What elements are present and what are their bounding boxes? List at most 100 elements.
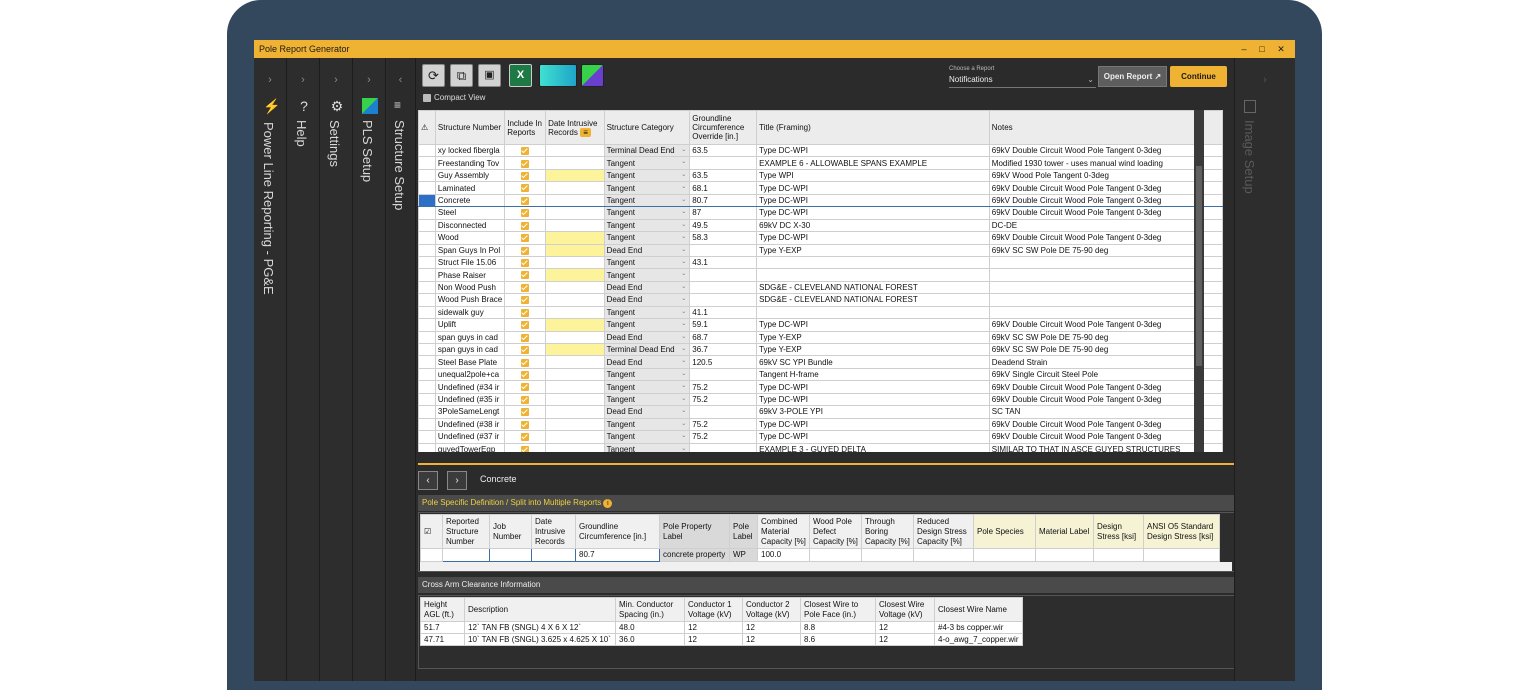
structure-category-cell[interactable]: Tangent ⌄ bbox=[603, 218, 691, 233]
panel-pls-setup[interactable]: › PLS Setup bbox=[353, 58, 386, 681]
structure-category-cell[interactable]: Tangent ⌄ bbox=[603, 442, 691, 452]
col-header[interactable]: Closest Wire Name bbox=[934, 597, 1023, 622]
col-header[interactable]: Include In Reports bbox=[504, 110, 547, 145]
col-header[interactable]: Min. Conductor Spacing (in.) bbox=[615, 597, 685, 622]
notes-cell[interactable]: 69kV Double Circuit Wood Pole Tangent 0-… bbox=[988, 417, 1223, 432]
table-row[interactable]: span guys in cad Dead End ⌄ 68.7 Type Y-EXP 6… bbox=[418, 330, 1223, 345]
notes-cell[interactable]: 69kV Double Circuit Wood Pole Tangent 0-… bbox=[988, 193, 1223, 208]
structure-number-cell[interactable]: xy locked fibergla bbox=[434, 143, 506, 158]
notes-cell[interactable]: SC TAN bbox=[988, 405, 1223, 419]
notes-cell[interactable]: Deadend Strain bbox=[988, 355, 1223, 369]
col-header[interactable]: Groundline Circumference Override [in.] bbox=[689, 110, 758, 145]
table-row[interactable]: Undefined (#38 ir Tangent ⌄ 75.2 Type DC-WPI… bbox=[418, 417, 1223, 432]
checkbox-icon[interactable] bbox=[521, 147, 530, 156]
row-selector-cell[interactable] bbox=[418, 392, 436, 407]
date-intrusive-cell[interactable] bbox=[545, 255, 605, 270]
prev-structure-button[interactable]: ‹ bbox=[418, 471, 438, 490]
include-cell[interactable] bbox=[504, 206, 547, 220]
row-selector-cell[interactable] bbox=[418, 430, 436, 444]
structure-category-cell[interactable]: Dead End ⌄ bbox=[603, 330, 691, 345]
pole-grid-hscrollbar[interactable] bbox=[420, 562, 1232, 571]
include-cell[interactable] bbox=[504, 293, 547, 307]
include-cell[interactable] bbox=[504, 442, 547, 452]
pole-cell[interactable]: concrete property bbox=[659, 548, 730, 562]
table-row[interactable]: 3PoleSameLengt Dead End ⌄ 69kV 3-POLE YPI SC… bbox=[418, 405, 1223, 419]
pole-cell[interactable] bbox=[489, 548, 532, 562]
date-intrusive-cell[interactable] bbox=[545, 367, 605, 382]
pole-definition-grid[interactable]: ☑ Reported Structure Number Job Number Date… bbox=[418, 512, 1235, 572]
table-row[interactable]: Span Guys In Pol Dead End ⌄ Type Y-EXP 69kV … bbox=[418, 243, 1223, 257]
notes-cell[interactable] bbox=[988, 268, 1223, 282]
table-row[interactable]: Wood Tangent ⌄ 58.3 Type DC-WPI 69kV Double C… bbox=[418, 231, 1223, 245]
date-intrusive-cell[interactable] bbox=[545, 392, 605, 407]
title-cell[interactable] bbox=[756, 268, 990, 282]
table-row[interactable]: guyedTowerEgp Tangent ⌄ EXAMPLE 3 - GUYED D… bbox=[418, 442, 1223, 452]
circumference-cell[interactable] bbox=[689, 268, 758, 282]
cross-arm-cell[interactable]: 12 bbox=[742, 633, 801, 646]
row-selector-cell[interactable] bbox=[418, 255, 436, 270]
notes-cell[interactable] bbox=[988, 255, 1223, 270]
include-cell[interactable] bbox=[504, 367, 547, 382]
date-intrusive-cell[interactable] bbox=[545, 442, 605, 452]
table-row[interactable]: Laminated Tangent ⌄ 68.1 Type DC-WPI 69kV Dou… bbox=[418, 181, 1223, 195]
notes-cell[interactable]: 69kV Double Circuit Wood Pole Tangent 0-… bbox=[988, 318, 1223, 332]
structure-number-cell[interactable]: Wood bbox=[434, 231, 506, 245]
splitter[interactable] bbox=[418, 463, 1235, 465]
row-selector-cell[interactable] bbox=[418, 206, 436, 220]
structure-number-cell[interactable]: Disconnected bbox=[434, 218, 506, 233]
expand-chevron-icon[interactable]: › bbox=[1235, 74, 1295, 86]
row-selector-cell[interactable] bbox=[418, 318, 436, 332]
circumference-cell[interactable]: 75.2 bbox=[689, 417, 758, 432]
table-row[interactable]: Undefined (#37 ir Tangent ⌄ 75.2 Type DC-WPI… bbox=[418, 430, 1223, 444]
row-selector-cell[interactable] bbox=[418, 305, 436, 320]
table-row[interactable]: Undefined (#34 ir Tangent ⌄ 75.2 Type DC-WPI… bbox=[418, 380, 1223, 394]
include-cell[interactable] bbox=[504, 143, 547, 158]
cross-arm-cell[interactable]: #4-3 bs copper.wir bbox=[934, 621, 1023, 634]
structure-category-cell[interactable]: Tangent ⌄ bbox=[603, 181, 691, 195]
expand-chevron-icon[interactable]: › bbox=[320, 74, 352, 86]
col-header[interactable]: Structure Category bbox=[603, 110, 691, 145]
structure-category-cell[interactable]: Tangent ⌄ bbox=[603, 430, 691, 444]
row-selector-cell[interactable] bbox=[418, 417, 436, 432]
pole-cell[interactable]: WP bbox=[729, 548, 758, 562]
include-cell[interactable] bbox=[504, 405, 547, 419]
checkbox-icon[interactable] bbox=[521, 321, 530, 330]
structure-number-cell[interactable]: Guy Assembly bbox=[434, 168, 506, 183]
table-row[interactable]: Steel Tangent ⌄ 87 Type DC-WPI 69kV Double Ci… bbox=[418, 206, 1223, 220]
circumference-cell[interactable]: 49.5 bbox=[689, 218, 758, 233]
include-cell[interactable] bbox=[504, 318, 547, 332]
date-intrusive-cell[interactable] bbox=[545, 380, 605, 394]
structure-category-cell[interactable]: Dead End ⌄ bbox=[603, 280, 691, 295]
row-selector-cell[interactable] bbox=[418, 330, 436, 345]
title-cell[interactable] bbox=[756, 305, 990, 320]
structure-number-cell[interactable]: Undefined (#37 ir bbox=[434, 430, 506, 444]
date-intrusive-cell[interactable] bbox=[545, 318, 605, 332]
report-select[interactable]: Notifications ⌄ bbox=[949, 74, 1096, 88]
pole-cell[interactable] bbox=[913, 548, 974, 562]
col-header[interactable]: Pole Species bbox=[973, 514, 1036, 549]
row-selector-cell[interactable] bbox=[418, 355, 436, 369]
structure-number-cell[interactable]: Concrete bbox=[434, 193, 506, 208]
date-intrusive-cell[interactable] bbox=[545, 355, 605, 369]
structure-number-cell[interactable]: Uplift bbox=[434, 318, 506, 332]
grid-scrollbar[interactable] bbox=[1194, 110, 1204, 452]
notes-cell[interactable]: 69kV Single Circuit Steel Pole bbox=[988, 367, 1223, 382]
cross-arm-cell[interactable]: 12 bbox=[875, 633, 935, 646]
minimize-button[interactable]: – bbox=[1236, 40, 1252, 58]
structure-category-cell[interactable]: Tangent ⌄ bbox=[603, 156, 691, 170]
col-header[interactable]: Height AGL (ft.) bbox=[420, 597, 465, 622]
cross-arm-cell[interactable]: 10` TAN FB (SNGL) 3.625 x 4.625 X 10` bbox=[464, 633, 616, 646]
notes-cell[interactable]: 69kV SC SW Pole DE 75-90 deg bbox=[988, 330, 1223, 345]
checkbox-icon[interactable] bbox=[521, 420, 530, 429]
title-cell[interactable]: Type WPI bbox=[756, 168, 990, 183]
checkbox-icon[interactable] bbox=[521, 259, 530, 268]
row-selector-cell[interactable] bbox=[418, 405, 436, 419]
col-header[interactable]: Reduced Design Stress Capacity [%] bbox=[913, 514, 974, 549]
title-cell[interactable]: Type DC-WPI bbox=[756, 430, 990, 444]
col-header[interactable]: Pole Property Label bbox=[659, 514, 730, 549]
structure-category-cell[interactable]: Tangent ⌄ bbox=[603, 417, 691, 432]
row-selector-cell[interactable] bbox=[418, 156, 436, 170]
checkbox-icon[interactable] bbox=[521, 445, 530, 452]
checkbox-icon[interactable] bbox=[521, 171, 530, 180]
title-cell[interactable]: EXAMPLE 6 - ALLOWABLE SPANS EXAMPLE bbox=[756, 156, 990, 170]
